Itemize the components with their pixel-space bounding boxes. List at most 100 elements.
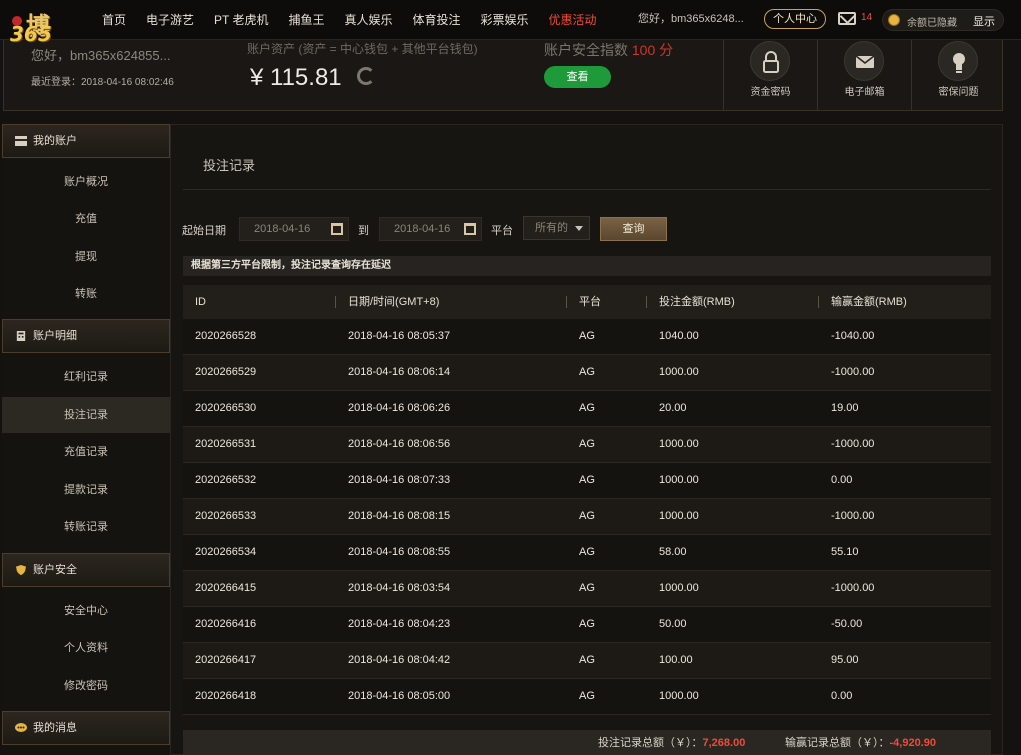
view-security-button[interactable]: 查看 <box>544 66 611 88</box>
table-cell: AG <box>579 546 595 558</box>
table-cell: 1000.00 <box>659 582 699 594</box>
tile-label: 电子邮箱 <box>844 87 885 98</box>
show-balance-button[interactable]: 显示 <box>973 13 995 29</box>
lightbulb-icon <box>938 41 978 81</box>
table-cell: 2020266415 <box>195 582 257 594</box>
table-cell: 1000.00 <box>659 510 699 522</box>
sidebar-item-deposit[interactable]: 充值 <box>2 201 170 237</box>
calendar-icon[interactable] <box>331 223 343 235</box>
sidebar-item-deposit-records[interactable]: 充值记录 <box>2 434 170 470</box>
table-cell: -1000.00 <box>831 438 875 450</box>
table-cell: 2020266530 <box>195 402 257 414</box>
tile-fund-password[interactable]: 资金密码 <box>723 40 817 111</box>
end-date-input[interactable]: 2018-04-16 <box>379 217 482 241</box>
sidebar-group-my-messages[interactable]: 我的消息 <box>2 711 170 745</box>
table-cell: 1040.00 <box>659 330 699 342</box>
table-cell: 95.00 <box>831 654 859 666</box>
table-cell: 2018-04-16 08:07:33 <box>348 474 451 486</box>
asset-value: ¥ 115.81 <box>250 64 342 91</box>
site-logo[interactable]: 博 365 <box>8 6 78 46</box>
sidebar-item-withdraw-records[interactable]: 提款记录 <box>2 472 170 508</box>
table-cell: 2018-04-16 08:08:55 <box>348 546 451 558</box>
table-cell: AG <box>579 582 595 594</box>
mail-icon[interactable] <box>838 12 856 25</box>
table-cell: -1000.00 <box>831 582 875 594</box>
start-date-input[interactable]: 2018-04-16 <box>239 217 349 241</box>
sidebar-group-my-account[interactable]: 我的账户 <box>2 124 170 158</box>
sidebar-item-bonus-records[interactable]: 红利记录 <box>2 359 170 395</box>
column-header: 平台 <box>579 296 601 308</box>
tile-security-question[interactable]: 密保问题 <box>911 40 1005 111</box>
column-divider <box>818 296 819 308</box>
table-cell: 2018-04-16 08:03:54 <box>348 582 451 594</box>
delay-notice: 根据第三方平台限制，投注记录查询存在延迟 <box>183 256 991 276</box>
nav-item[interactable]: 优惠活动 <box>539 0 607 40</box>
calculator-icon <box>16 331 26 341</box>
nav-item[interactable]: PT 老虎机 <box>204 0 278 40</box>
sidebar-item-security-center[interactable]: 安全中心 <box>2 593 170 629</box>
start-date-value: 2018-04-16 <box>254 223 311 235</box>
security-index: 账户安全指数 100 分 <box>544 40 673 60</box>
tile-email[interactable]: 电子邮箱 <box>817 40 911 111</box>
table-row: 2020266528 2018-04-16 08:05:37 AG 1040.00 -1… <box>183 319 991 355</box>
table-row: 2020266415 2018-04-16 08:03:54 AG 1000.00 -1… <box>183 571 991 607</box>
security-label: 账户安全指数 <box>544 42 628 58</box>
tile-label: 密保问题 <box>938 87 979 98</box>
win-total-value: -4,920.90 <box>889 737 936 749</box>
sidebar-item-overview[interactable]: 账户概况 <box>2 164 170 200</box>
nav-item[interactable]: 电子游艺 <box>136 0 204 40</box>
table-cell: 2020266528 <box>195 330 257 342</box>
table-cell: 2020266532 <box>195 474 257 486</box>
table-cell: -1040.00 <box>831 330 875 342</box>
top-nav: 博 365 首页 电子游艺 PT 老虎机 捕鱼王 真人娱乐 体育投注 彩票娱乐 优惠活动 您好… <box>0 0 1021 46</box>
nav-item[interactable]: 真人娱乐 <box>335 0 403 40</box>
nav-item[interactable]: 捕鱼王 <box>278 0 334 40</box>
sidebar-item-withdraw[interactable]: 提现 <box>2 239 170 275</box>
column-header: 投注金额(RMB) <box>659 296 735 308</box>
column-divider <box>335 296 336 308</box>
logo-text-bottom: 365 <box>10 22 52 46</box>
table-cell: 0.00 <box>831 690 853 702</box>
table-cell: 2018-04-16 08:06:26 <box>348 402 451 414</box>
envelope-icon <box>844 41 884 81</box>
sidebar-item-transfer-records[interactable]: 转账记录 <box>2 509 170 545</box>
sidebar-group-label: 我的消息 <box>33 722 77 734</box>
card-icon <box>15 136 27 146</box>
nav-item[interactable]: 首页 <box>92 0 136 40</box>
sidebar-item-change-password[interactable]: 修改密码 <box>2 668 170 704</box>
table-cell: 2020266417 <box>195 654 257 666</box>
table-cell: AG <box>579 510 595 522</box>
query-button[interactable]: 查询 <box>600 217 667 241</box>
refresh-icon[interactable] <box>357 67 375 85</box>
table-cell: 1000.00 <box>659 690 699 702</box>
nav-item[interactable]: 体育投注 <box>403 0 471 40</box>
sidebar-group-label: 账户安全 <box>33 564 77 576</box>
table-cell: 20.00 <box>659 402 687 414</box>
platform-select[interactable]: 所有的 <box>523 216 590 240</box>
table-cell: AG <box>579 618 595 630</box>
user-center-button[interactable]: 个人中心 <box>764 9 826 29</box>
account-summary: 您好，bm365x624855... 最近登录：2018-04-16 08:02… <box>3 40 1003 111</box>
table-row: 2020266533 2018-04-16 08:08:15 AG 1000.00 -1… <box>183 499 991 535</box>
table-cell: AG <box>579 366 595 378</box>
win-total: 输赢记录总额（￥）：-4,920.90 <box>785 730 936 755</box>
table-row: 2020266416 2018-04-16 08:04:23 AG 50.00 -50.… <box>183 607 991 643</box>
table-cell: AG <box>579 474 595 486</box>
nav-item[interactable]: 彩票娱乐 <box>471 0 539 40</box>
sidebar-item-transfer[interactable]: 转账 <box>2 276 170 312</box>
sidebar-item-bet-records[interactable]: 投注记录 <box>2 397 170 433</box>
sidebar-group-label: 账户明细 <box>33 330 77 342</box>
table-row: 2020266418 2018-04-16 08:05:00 AG 1000.00 0.… <box>183 679 991 715</box>
calendar-icon[interactable] <box>464 223 476 235</box>
last-login: 最近登录：2018-04-16 08:02:46 <box>31 77 174 88</box>
column-divider <box>646 296 647 308</box>
table-cell: 1000.00 <box>659 474 699 486</box>
table-cell: AG <box>579 438 595 450</box>
sidebar-group-account-details[interactable]: 账户明细 <box>2 319 170 353</box>
table-cell: 19.00 <box>831 402 859 414</box>
asset-label: 账户资产 (资产 = 中心钱包 + 其他平台钱包) <box>247 42 478 56</box>
sidebar-item-profile[interactable]: 个人资料 <box>2 630 170 666</box>
page-title: 投注记录 <box>203 158 256 173</box>
table-cell: -1000.00 <box>831 366 875 378</box>
sidebar-group-account-security[interactable]: 账户安全 <box>2 553 170 587</box>
